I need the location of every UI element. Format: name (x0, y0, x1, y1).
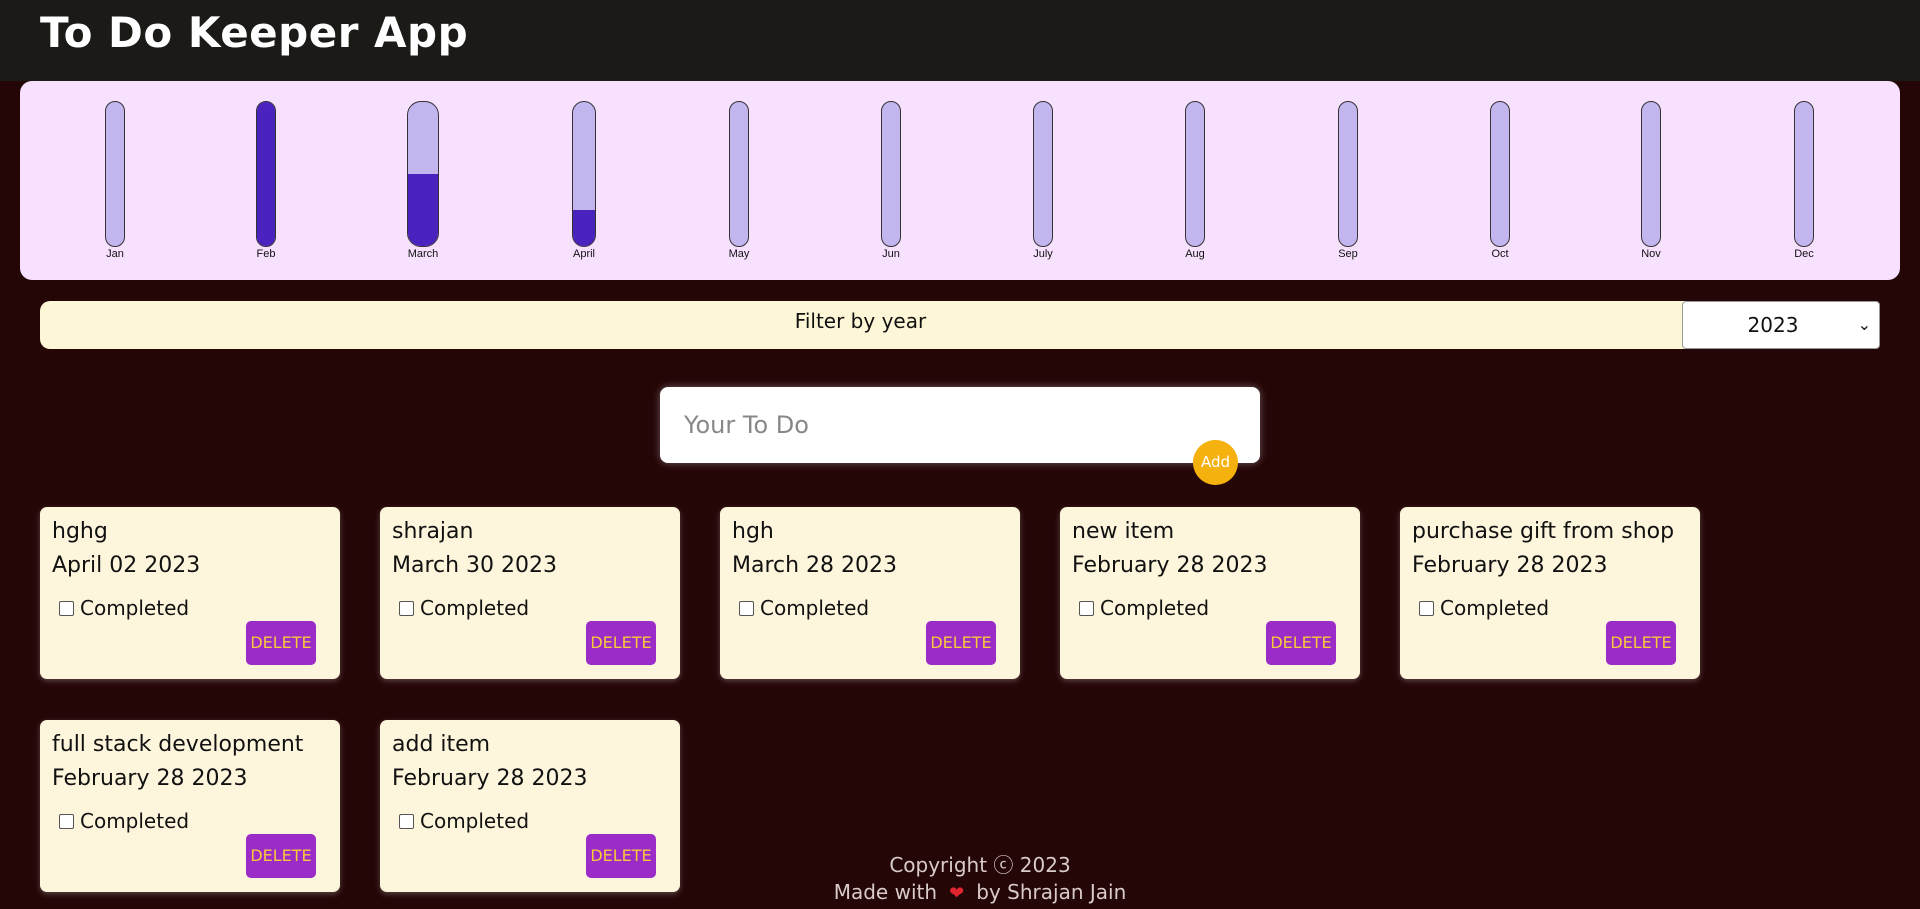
month-label: Feb (256, 248, 276, 260)
completed-label: Completed (760, 596, 870, 620)
note-title: add item (392, 732, 491, 757)
note-title: full stack development (52, 732, 304, 757)
month-label: July (1033, 248, 1053, 260)
completed-checkbox[interactable] (1419, 601, 1434, 616)
note-title: hgh (732, 519, 774, 544)
note-date: February 28 2023 (392, 766, 588, 791)
note-title: hghg (52, 519, 108, 544)
delete-button[interactable]: DELETE (926, 621, 996, 665)
delete-button[interactable]: DELETE (1266, 621, 1336, 665)
month-bar (1033, 101, 1053, 247)
app-header: To Do Keeper App (0, 0, 1920, 81)
month-bar (105, 101, 125, 247)
month-label: April (572, 248, 595, 260)
month-label: March (407, 248, 439, 260)
note-card: purchase gift from shop February 28 2023 C… (1400, 507, 1700, 679)
note-card: hghg April 02 2023 Completed DELETE (40, 507, 340, 679)
month-label: Aug (1185, 248, 1205, 260)
app-title: To Do Keeper App (40, 8, 469, 57)
note-title: purchase gift from shop (1412, 519, 1675, 544)
year-select-value: 2023 (1747, 313, 1799, 337)
author-text: by Shrajan Jain (976, 880, 1127, 904)
todo-input-placeholder: Your To Do (684, 411, 809, 439)
year-filter-bar: Filter by year 2023 ⌄ (40, 301, 1880, 349)
month-bar (1794, 101, 1814, 247)
month-bar-fill (257, 102, 275, 246)
note-card: shrajan March 30 2023 Completed DELETE (380, 507, 680, 679)
delete-button[interactable]: DELETE (246, 834, 316, 878)
note-title: new item (1072, 519, 1175, 544)
note-date: February 28 2023 (52, 766, 248, 791)
completed-label: Completed (420, 596, 530, 620)
copyright-text: Copyright ⓒ 2023 (889, 853, 1071, 877)
month-label: Nov (1641, 248, 1661, 260)
note-date: March 28 2023 (732, 553, 898, 578)
month-bar (407, 101, 439, 247)
note-card: hgh March 28 2023 Completed DELETE (720, 507, 1020, 679)
delete-button[interactable]: DELETE (586, 834, 656, 878)
month-bar (729, 101, 749, 247)
chevron-down-icon: ⌄ (1857, 315, 1871, 334)
add-button[interactable]: Add (1193, 440, 1238, 485)
month-bar (881, 101, 901, 247)
year-select[interactable]: 2023 ⌄ (1682, 301, 1880, 349)
month-label: Jan (106, 248, 124, 260)
month-label: Jun (882, 248, 900, 260)
note-date: February 28 2023 (1072, 553, 1268, 578)
note-date: March 30 2023 (392, 553, 558, 578)
delete-button[interactable]: DELETE (246, 621, 316, 665)
month-bar (1641, 101, 1661, 247)
month-bar (1490, 101, 1510, 247)
month-bar (1338, 101, 1358, 247)
delete-button[interactable]: DELETE (586, 621, 656, 665)
todo-input[interactable]: Your To Do (660, 387, 1260, 463)
heart-icon: ❤ (943, 883, 970, 904)
month-bar (256, 101, 276, 247)
month-label: Dec (1794, 248, 1814, 260)
completed-checkbox[interactable] (1079, 601, 1094, 616)
note-date: April 02 2023 (52, 553, 201, 578)
note-card: add item February 28 2023 Completed DELETE (380, 720, 680, 892)
note-title: shrajan (392, 519, 474, 544)
month-bar (1185, 101, 1205, 247)
month-bar-fill (408, 174, 438, 246)
completed-checkbox[interactable] (399, 814, 414, 829)
month-label: Sep (1338, 248, 1358, 260)
made-with-text: Made with (833, 880, 938, 904)
month-label: May (728, 248, 750, 260)
completed-label: Completed (1440, 596, 1550, 620)
delete-button[interactable]: DELETE (1606, 621, 1676, 665)
completed-label: Completed (80, 809, 190, 833)
footer: Copyright ⓒ 2023 Made with ❤ by Shrajan … (800, 852, 1160, 907)
note-card: full stack development February 28 2023 Co… (40, 720, 340, 892)
month-label: Oct (1491, 248, 1509, 260)
completed-checkbox[interactable] (399, 601, 414, 616)
filter-label: Filter by year (794, 309, 927, 333)
completed-checkbox[interactable] (59, 601, 74, 616)
completed-label: Completed (1100, 596, 1210, 620)
monthly-progress-chart: Jan Feb March April May Jun July Aug Sep Oct Nov De… (20, 81, 1900, 280)
month-bar-fill (573, 210, 595, 246)
note-date: February 28 2023 (1412, 553, 1608, 578)
note-card: new item February 28 2023 Completed DELETE (1060, 507, 1360, 679)
completed-checkbox[interactable] (59, 814, 74, 829)
completed-label: Completed (420, 809, 530, 833)
made-with-line: Made with ❤ by Shrajan Jain (800, 879, 1160, 907)
completed-label: Completed (80, 596, 190, 620)
completed-checkbox[interactable] (739, 601, 754, 616)
month-bar (572, 101, 596, 247)
